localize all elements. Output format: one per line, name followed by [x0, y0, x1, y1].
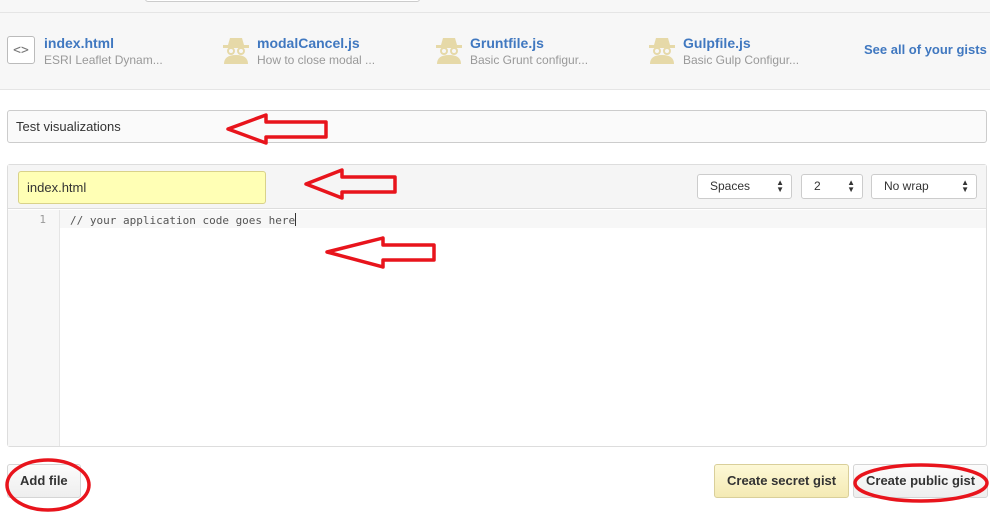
line-number-gutter: 1	[8, 210, 60, 446]
filename-input[interactable]	[18, 171, 266, 204]
gist-description: Basic Grunt configur...	[470, 53, 589, 67]
gist-description-input[interactable]	[7, 110, 987, 143]
gist-description: ESRI Leaflet Dynam...	[44, 53, 163, 67]
search-input[interactable]	[145, 0, 420, 2]
indent-size-select[interactable]: 2 ▲ ▼	[801, 174, 863, 199]
wrap-mode-value: No wrap	[884, 179, 929, 193]
file-editor: Spaces ▲▼ 2 ▲▼ No wrap ▲▼ 1 // your appl…	[7, 164, 987, 447]
indent-mode-value: Spaces	[710, 179, 751, 193]
code-line: // your application code goes here	[70, 214, 296, 227]
editor-header: Spaces ▲▼ 2 ▲▼ No wrap ▲▼	[8, 165, 986, 209]
indent-size-value: 2	[814, 179, 821, 193]
wrap-mode-select[interactable]: No wrap ▲ ▼	[871, 174, 977, 199]
code-file-icon: <>	[7, 36, 35, 64]
indent-mode-select[interactable]: Spaces ▲ ▼	[697, 174, 792, 199]
gist-name[interactable]: Gulpfile.js	[683, 35, 751, 51]
gist-name[interactable]: Gruntfile.js	[470, 35, 544, 51]
recent-gists-bar: <> index.html ESRI Leaflet Dynam... moda…	[0, 13, 990, 90]
select-arrows-icon: ▲ ▼	[776, 178, 784, 194]
line-number: 1	[39, 213, 46, 226]
anonymous-user-icon	[220, 36, 249, 64]
create-public-gist-button[interactable]: Create public gist	[853, 464, 989, 498]
gist-description: How to close modal ...	[257, 53, 376, 67]
gist-description: Basic Gulp Configur...	[683, 53, 800, 67]
add-file-button[interactable]: Add file	[7, 464, 81, 498]
code-area[interactable]: // your application code goes here	[70, 213, 297, 227]
anonymous-user-icon	[646, 36, 675, 64]
text-cursor	[295, 213, 297, 226]
create-secret-gist-button[interactable]: Create secret gist	[714, 464, 850, 498]
top-header	[0, 0, 990, 13]
gist-name[interactable]: modalCancel.js	[257, 35, 360, 51]
gist-name[interactable]: index.html	[44, 35, 114, 51]
select-arrows-icon: ▲ ▼	[961, 178, 969, 194]
anonymous-user-icon	[433, 36, 462, 64]
see-all-gists-link[interactable]: See all of your gists	[864, 42, 987, 57]
select-arrows-icon: ▲ ▼	[847, 178, 855, 194]
